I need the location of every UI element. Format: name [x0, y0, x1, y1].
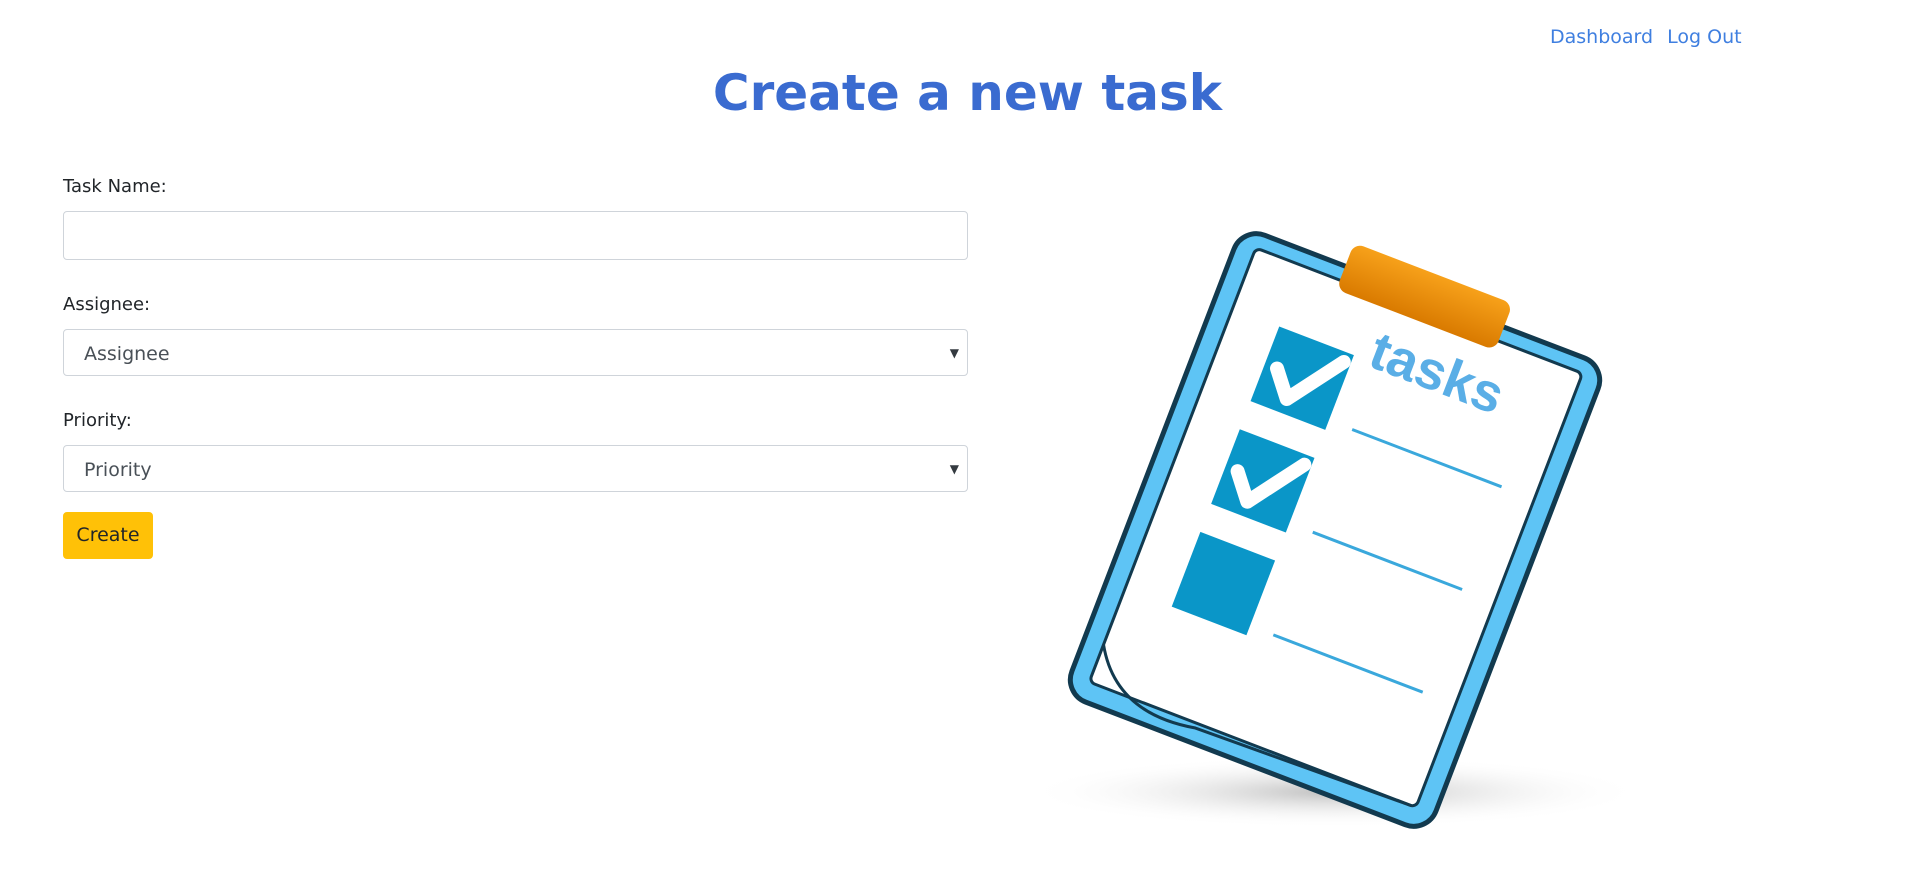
assignee-selected-value: Assignee	[84, 343, 170, 365]
priority-label: Priority:	[63, 410, 132, 431]
chevron-down-icon: ▼	[949, 346, 959, 360]
logout-link[interactable]: Log Out	[1667, 26, 1741, 48]
chevron-down-icon: ▼	[949, 462, 959, 476]
task-name-label: Task Name:	[63, 176, 167, 197]
priority-select[interactable]: Priority ▼	[63, 445, 968, 492]
assignee-select[interactable]: Assignee ▼	[63, 329, 968, 376]
clipboard-checklist-icon: tasks	[1025, 210, 1645, 840]
priority-selected-value: Priority	[84, 459, 152, 481]
page-title: Create a new task	[712, 64, 1223, 122]
dashboard-link[interactable]: Dashboard	[1550, 26, 1653, 48]
assignee-label: Assignee:	[63, 294, 151, 315]
top-nav: Dashboard Log Out	[1550, 26, 1750, 48]
create-button[interactable]: Create	[63, 512, 153, 559]
create-task-form: Task Name: Assignee: Assignee ▼ Priority…	[63, 176, 968, 559]
task-name-input[interactable]	[63, 211, 968, 260]
